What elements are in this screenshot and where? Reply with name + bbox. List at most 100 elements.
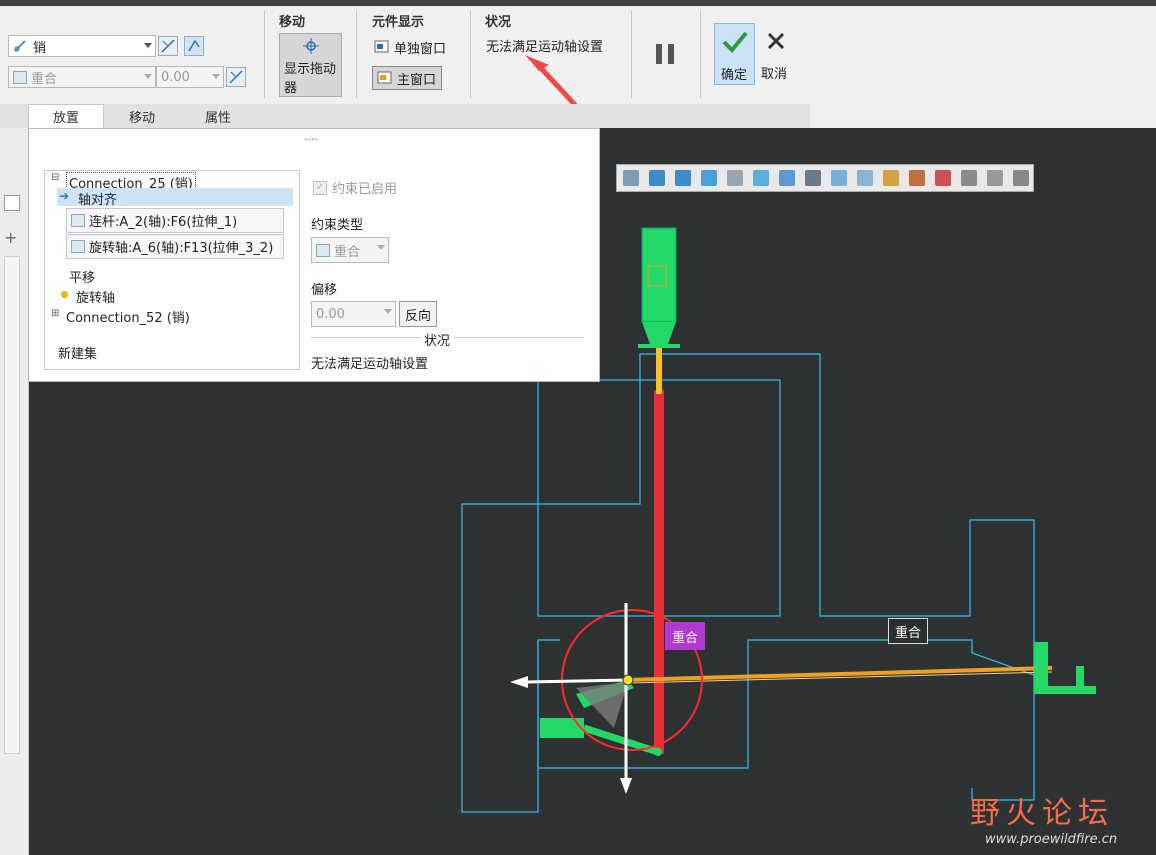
offset-label: 偏移	[311, 283, 338, 298]
separator	[631, 10, 632, 98]
separate-window-label: 单独窗口	[394, 41, 447, 57]
show-dragger-button[interactable]: 显示拖动 器	[279, 33, 342, 97]
chevron-down-icon	[212, 74, 220, 79]
dragger-icon	[303, 38, 319, 54]
saved-views-icon[interactable]	[727, 170, 743, 186]
separator	[264, 10, 265, 98]
spin-center-icon[interactable]	[883, 170, 899, 186]
pause-icon[interactable]	[987, 170, 1003, 186]
tab-move[interactable]: 移动	[104, 104, 180, 128]
reorient-icon[interactable]	[701, 170, 717, 186]
constraint-type-label: 约束类型	[311, 218, 364, 233]
flip-offset-button[interactable]	[226, 67, 246, 87]
component-display-title: 元件显示	[372, 15, 425, 30]
flip-connection-button[interactable]	[158, 36, 178, 56]
expand-icon[interactable]: ⊞	[51, 308, 59, 319]
window-icon	[377, 71, 392, 84]
collapse-icon[interactable]: ⊟	[51, 172, 59, 183]
show-dragger-label-1: 显示拖动	[284, 62, 337, 77]
chevron-down-icon	[384, 309, 392, 314]
main-window-button[interactable]: 主窗口	[372, 66, 442, 90]
axis-ref-icon	[71, 214, 85, 227]
tree-icon[interactable]	[4, 195, 20, 211]
separator	[356, 10, 357, 98]
pause-icon	[656, 44, 674, 64]
refit-icon[interactable]	[623, 170, 639, 186]
coincident-icon	[13, 70, 27, 84]
dot-icon	[61, 291, 68, 298]
perspective-icon[interactable]	[805, 170, 821, 186]
coincident-tag[interactable]: 重合	[665, 622, 705, 650]
status-group-title: 状况	[485, 15, 512, 30]
ok-button[interactable]: 确定	[714, 23, 755, 85]
pin-placement-button[interactable]	[184, 36, 204, 56]
tab-properties[interactable]: 属性	[180, 104, 256, 128]
constraint-enabled-label: 约束已启用	[332, 182, 398, 197]
reference-1-text: 连杆:A_2(轴):F6(拉伸_1)	[89, 215, 238, 230]
display-style-icon[interactable]	[753, 170, 769, 186]
reference-2-text: 旋转轴:A_6(轴):F13(拉伸_3_2)	[89, 241, 274, 256]
tab-placement[interactable]: 放置	[28, 104, 104, 128]
view-manager-icon[interactable]	[779, 170, 795, 186]
stop-icon[interactable]	[1013, 170, 1029, 186]
tree-connection-52[interactable]: Connection_52 (销)	[66, 307, 190, 326]
connecting-rod	[654, 390, 664, 754]
panel-offset-value: 0.00	[316, 306, 345, 322]
separator	[700, 10, 701, 98]
close-icon	[767, 32, 785, 50]
ribbon-empty-area	[810, 6, 1156, 128]
status-section-label: 状况	[424, 334, 451, 349]
chevron-down-icon	[144, 74, 152, 79]
view-toolbar	[616, 164, 1034, 192]
right-slider	[1034, 642, 1048, 692]
panel-grip[interactable]: ....	[304, 130, 318, 143]
cancel-label: 取消	[761, 67, 788, 82]
checkmark-icon	[722, 31, 748, 53]
chevron-down-icon	[144, 43, 152, 48]
constraint-enabled-checkbox[interactable]: ✓	[313, 181, 327, 195]
separate-window-button[interactable]: 单独窗口	[374, 35, 458, 59]
reference-1[interactable]: 连杆:A_2(轴):F6(拉伸_1)	[66, 208, 284, 233]
reference-2[interactable]: 旋转轴:A_6(轴):F13(拉伸_3_2)	[66, 234, 284, 259]
datum-display-icon[interactable]	[857, 170, 873, 186]
constraint-type-value: 重合	[31, 71, 58, 87]
watermark-logo: 野火论坛	[970, 796, 1114, 831]
constraint-type-select[interactable]: 重合	[8, 66, 156, 88]
connection-type-select[interactable]: 销	[8, 35, 156, 57]
connection-type-value: 销	[33, 40, 47, 56]
separator	[311, 337, 421, 338]
separator	[470, 10, 471, 98]
panel-constraint-type-select[interactable]: 重合	[311, 237, 389, 263]
flip-icon	[161, 39, 175, 53]
panel-status-message: 无法满足运动轴设置	[311, 357, 429, 372]
pin-joint-icon	[14, 40, 26, 52]
zoom-in-icon[interactable]	[649, 170, 665, 186]
ok-label: 确定	[721, 68, 748, 83]
main-window-label: 主窗口	[397, 72, 437, 88]
tree-axis-align[interactable]: 轴对齐	[78, 189, 117, 208]
left-scrollbar[interactable]	[4, 256, 20, 754]
tree-translation[interactable]: 平移	[69, 267, 95, 286]
section-icon[interactable]	[831, 170, 847, 186]
plus-icon[interactable]: +	[4, 228, 17, 247]
separator	[454, 337, 584, 338]
warning-icon[interactable]	[961, 170, 977, 186]
window-icon	[374, 40, 389, 53]
top-piston	[641, 227, 677, 323]
panel-offset-input[interactable]: 0.00	[311, 301, 396, 327]
mechanism-frame-outline	[461, 353, 1035, 813]
new-set-link[interactable]: 新建集	[58, 343, 97, 362]
coincident-icon	[316, 243, 330, 257]
offset-input[interactable]: 0.00	[156, 66, 224, 88]
connection-display-icon[interactable]	[935, 170, 951, 186]
flip-button[interactable]: 反向	[399, 301, 437, 327]
zoom-out-icon[interactable]	[675, 170, 691, 186]
arrow-right-icon: ➔	[59, 189, 70, 203]
pause-button[interactable]	[653, 42, 679, 66]
flip-icon	[229, 70, 243, 84]
tree-rotation-axis[interactable]: 旋转轴	[76, 287, 115, 306]
coincident-tag-2[interactable]: 重合	[888, 618, 928, 644]
move-group-title: 移动	[279, 15, 306, 30]
cancel-button[interactable]: 取消	[760, 23, 794, 85]
annotation-display-icon[interactable]	[909, 170, 925, 186]
